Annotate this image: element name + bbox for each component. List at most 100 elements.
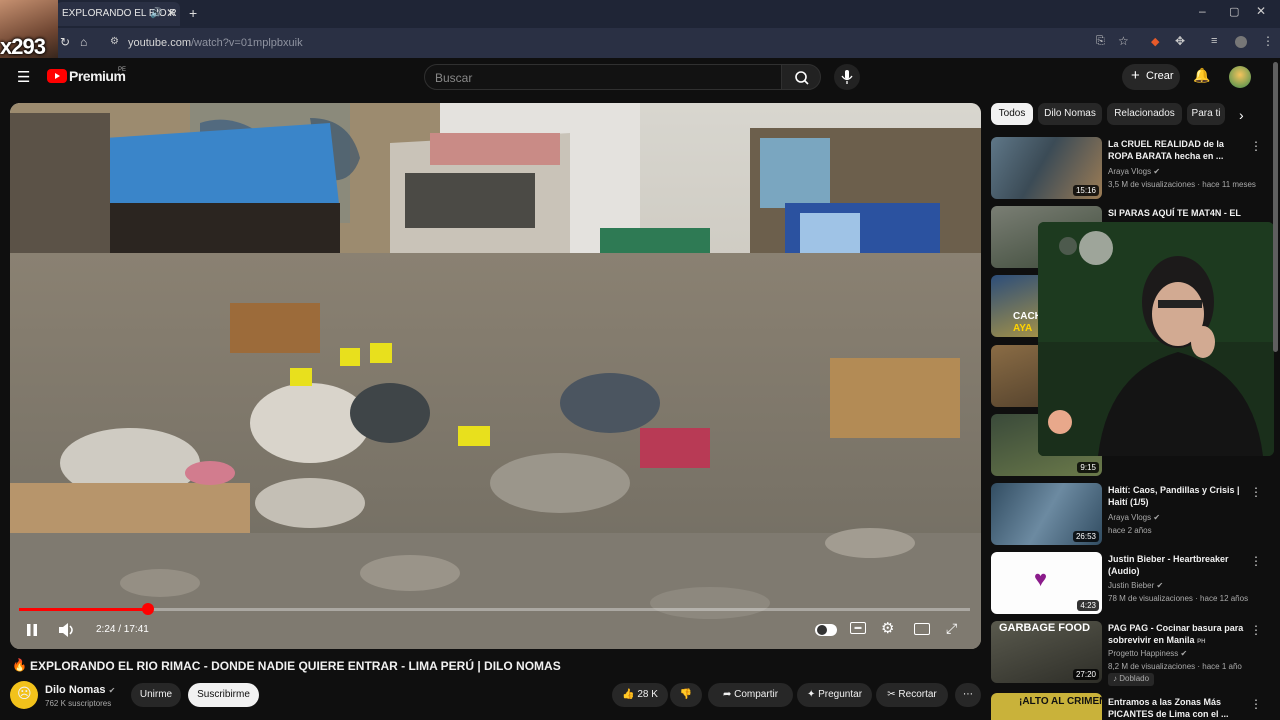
browser-menu-icon[interactable]: ⋮	[1262, 34, 1274, 48]
like-count: 28 K	[637, 689, 658, 700]
url-host: youtube.com	[128, 37, 191, 49]
search-button[interactable]	[781, 64, 821, 90]
more-actions-button[interactable]: ⋯	[955, 683, 981, 707]
theater-mode-icon[interactable]	[914, 623, 930, 635]
related-video-title[interactable]: La CRUEL REALIDAD de la ROPA BARATA hech…	[1108, 138, 1248, 162]
tab-close-icon[interactable]: ✕	[166, 6, 176, 20]
related-video-meta: hace 2 años	[1108, 526, 1152, 535]
autoplay-toggle[interactable]	[815, 624, 837, 636]
chip-all[interactable]: Todos	[991, 103, 1033, 125]
related-video-channel[interactable]: Araya Vlogs ✔	[1108, 512, 1258, 524]
subtitles-icon[interactable]: ▬	[850, 622, 866, 634]
url-field[interactable]: youtube.com/watch?v=01mplpbxuik	[106, 33, 1240, 53]
profile-icon[interactable]	[1235, 36, 1247, 48]
page-scrollbar[interactable]	[1273, 62, 1278, 352]
extensions-puzzle-icon[interactable]: ✥	[1175, 34, 1185, 48]
related-video-title[interactable]: Entramos a las Zonas Más PICANTES de Lim…	[1108, 696, 1248, 720]
account-avatar[interactable]	[1229, 66, 1251, 88]
related-video-channel[interactable]: Justin Bieber ✔	[1108, 580, 1258, 592]
progress-bar[interactable]	[19, 603, 970, 615]
dislike-button[interactable]: 👎	[670, 683, 702, 707]
video-thumbnail[interactable]: ¡ALTO AL CRIMEN!	[991, 693, 1102, 720]
chips-next-icon[interactable]: ›	[1239, 107, 1244, 123]
verified-icon: ✔	[108, 686, 116, 695]
item-menu-icon[interactable]: ⋮	[1250, 697, 1262, 711]
like-button[interactable]: 👍 28 K	[612, 683, 668, 707]
related-video-meta: 78 M de visualizaciones · hace 12 años	[1108, 594, 1249, 603]
new-tab-icon[interactable]: +	[189, 5, 197, 21]
related-video-title[interactable]: SI PARAS AQUÍ TE MAT4N - EL	[1108, 207, 1258, 219]
dubbed-label: Doblado	[1119, 674, 1150, 683]
settings-gear-icon[interactable]: ⚙	[881, 619, 894, 637]
tab-audio-icon[interactable]: 🔊	[150, 8, 162, 19]
extension-icon[interactable]: ◆	[1151, 35, 1159, 48]
channel-text: Araya Vlogs	[1108, 167, 1152, 176]
related-video-title[interactable]: Haití: Caos, Pandillas y Crisis | Haití …	[1108, 484, 1248, 508]
youtube-logo[interactable]	[47, 69, 67, 83]
volume-icon	[59, 623, 73, 637]
fire-emoji-icon: 🔥	[12, 658, 27, 672]
maximize-icon[interactable]: ▢	[1229, 5, 1239, 18]
subscriber-count: 762 K suscriptores	[45, 699, 112, 708]
site-info-icon[interactable]: ⚙	[110, 36, 119, 47]
subscribe-button[interactable]: Suscribirme	[188, 683, 259, 707]
channel-text: Progetto Happiness	[1108, 649, 1179, 658]
channel-name[interactable]: Dilo Nomas ✔	[45, 684, 115, 696]
thumbs-down-icon: 👎	[679, 689, 693, 700]
video-thumbnail[interactable]: GARBAGE FOOD 27:20	[991, 621, 1102, 683]
bookmark-star-icon[interactable]: ☆	[1118, 34, 1129, 48]
volume-button[interactable]	[58, 622, 76, 638]
progress-played	[19, 608, 149, 611]
item-menu-icon[interactable]: ⋮	[1250, 139, 1262, 153]
play-logo-icon	[55, 73, 60, 79]
related-video-title[interactable]: PAG PAG - Cocinar basura para sobrevivir…	[1108, 622, 1248, 648]
install-app-icon[interactable]: ⎘	[1096, 35, 1105, 48]
search-input[interactable]: Buscar	[424, 64, 782, 90]
item-menu-icon[interactable]: ⋮	[1250, 554, 1262, 568]
avatar-face-icon: ☹	[17, 685, 32, 701]
close-window-icon[interactable]: ✕	[1256, 4, 1266, 18]
reload-icon[interactable]: ↻	[60, 35, 70, 49]
channel-avatar[interactable]: ☹	[10, 681, 38, 709]
more-horizontal-icon: ⋯	[963, 689, 973, 700]
share-button[interactable]: ➦ Compartir	[708, 683, 793, 707]
plus-icon: +	[1131, 67, 1140, 84]
hamburger-menu-icon[interactable]: ☰	[17, 68, 30, 86]
thumb-text: ¡ALTO AL CRIMEN!	[1019, 696, 1102, 707]
duration-badge: 15:16	[1072, 185, 1099, 196]
related-video-channel[interactable]: Progetto Happiness ✔	[1108, 648, 1258, 660]
chip-for-you[interactable]: Para ti	[1187, 103, 1225, 125]
time-display: 2:24 / 17:41	[96, 624, 149, 635]
channel-text: Justin Bieber	[1108, 581, 1155, 590]
duration-badge: 27:20	[1072, 669, 1099, 680]
home-icon[interactable]: ⌂	[80, 35, 87, 49]
video-title: EXPLORANDO EL RIO RIMAC - DONDE NADIE QU…	[30, 659, 561, 673]
video-player[interactable]	[10, 103, 981, 649]
media-control-icon[interactable]: ≡	[1211, 35, 1217, 47]
clip-button[interactable]: ✂ Recortar	[876, 683, 948, 707]
ph-mark: PH	[1197, 639, 1206, 645]
ask-label: Preguntar	[818, 689, 863, 700]
channel-name-text: Dilo Nomas	[45, 684, 106, 696]
video-thumbnail[interactable]: 26:53	[991, 483, 1102, 545]
item-menu-icon[interactable]: ⋮	[1250, 623, 1262, 637]
related-video-channel[interactable]: Araya Vlogs ✔	[1108, 166, 1258, 178]
video-thumbnail[interactable]: 15:16	[991, 137, 1102, 199]
share-arrow-icon: ➦	[722, 689, 732, 700]
minimize-icon[interactable]: –	[1199, 4, 1206, 18]
fullscreen-icon[interactable]: ⤢	[946, 620, 957, 637]
video-thumbnail[interactable]: ♥ 4:23	[991, 552, 1102, 614]
related-video-title[interactable]: Justin Bieber - Heartbreaker (Audio)	[1108, 553, 1248, 577]
create-button[interactable]: + Crear	[1122, 64, 1180, 90]
chip-related[interactable]: Relacionados	[1107, 103, 1182, 125]
pause-button[interactable]	[26, 623, 38, 637]
voice-search-button[interactable]	[834, 64, 860, 90]
item-menu-icon[interactable]: ⋮	[1250, 485, 1262, 499]
share-label: Compartir	[734, 689, 779, 700]
dubbed-icon: ♪	[1113, 674, 1117, 683]
title-text: PAG PAG - Cocinar basura para sobrevivir…	[1108, 623, 1244, 645]
chip-dilo-nomas[interactable]: Dilo Nomas	[1038, 103, 1102, 125]
notifications-bell-icon[interactable]: 🔔	[1193, 67, 1210, 84]
join-button[interactable]: Unirme	[131, 683, 181, 707]
ask-button[interactable]: ✦ Preguntar	[797, 683, 872, 707]
